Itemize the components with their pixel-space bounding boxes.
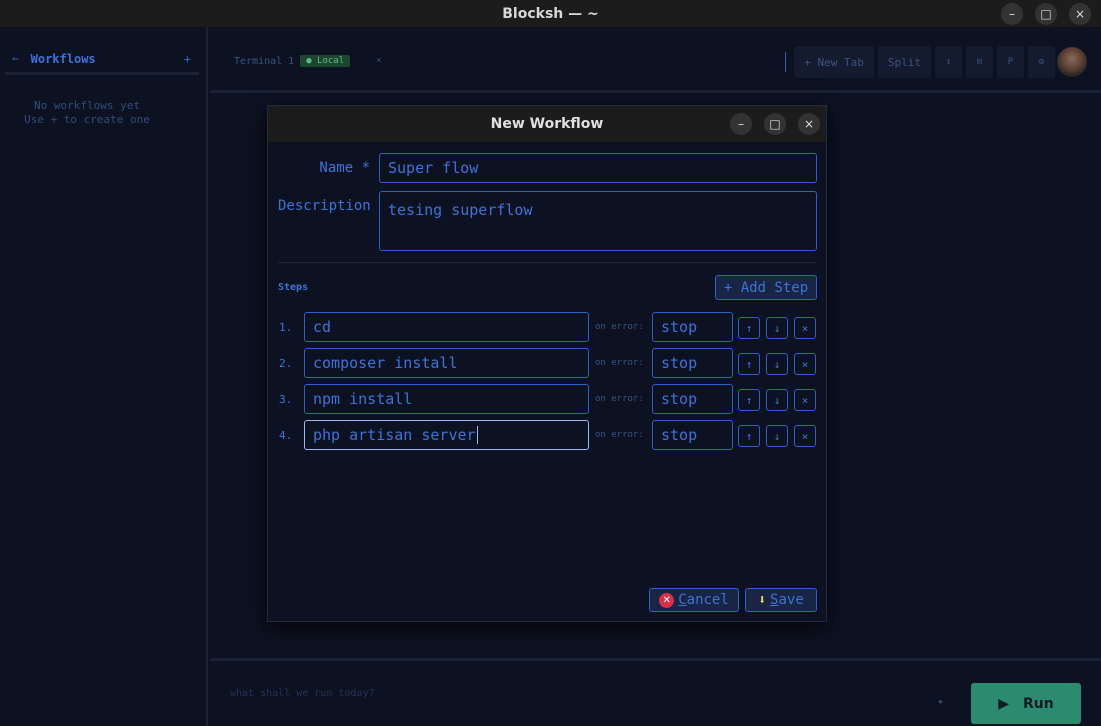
cancel-button[interactable]: ✕ Cancel [649,588,739,612]
resize-icon[interactable]: ↕ [935,46,962,78]
move-down-icon[interactable]: ↓ [766,425,788,447]
dialog-close-button[interactable]: × [798,113,820,135]
on-error-label: on error: [595,394,644,404]
sidebar-empty-state: No workflows yet Use + to create one [0,99,174,127]
settings-icon[interactable]: ⚙ [1028,46,1055,78]
sidebar-header: ← Workflows + [5,45,199,75]
window-titlebar: Blocksh — ~ – □ × [0,0,1101,27]
remove-step-icon[interactable]: × [794,425,816,447]
tab-close-icon[interactable]: × [376,56,381,66]
command-input[interactable]: what shall we run today? [230,688,375,699]
name-input[interactable]: Super flow [379,153,817,183]
sidebar-title: Workflows [30,51,96,66]
description-textarea[interactable]: tesing superflow [379,191,817,251]
back-arrow-icon[interactable]: ← [12,52,19,65]
remove-step-icon[interactable]: × [794,353,816,375]
cancel-icon: ✕ [659,592,675,608]
command-bar: what shall we run today? ✦ ▶ Run [210,658,1101,726]
toolbar: + New Tab Split ↕ ⊟ P ⚙ [785,46,1055,78]
window-minimize-button[interactable]: – [1001,3,1023,25]
window-title: Blocksh — ~ [502,5,599,22]
new-workflow-dialog: New Workflow – □ × Name * Super flow Des… [267,105,827,622]
name-label: Name * [319,160,370,176]
on-error-label: on error: [595,358,644,368]
save-icon: ⬇ [758,592,767,608]
on-error-label: on error: [595,322,644,332]
dialog-controls: – □ × [730,113,820,135]
tab-terminal-1[interactable]: Terminal 1 ● Local × [234,55,382,67]
move-up-icon[interactable]: ↑ [738,317,760,339]
on-error-select[interactable]: stop [652,384,733,414]
section-divider [278,262,816,263]
tab-strip: Terminal 1 ● Local × + New Tab Split ↕ ⊟… [210,27,1101,93]
split-button[interactable]: Split [877,46,931,78]
text-caret [476,426,478,444]
add-step-button[interactable]: + Add Step [715,275,817,300]
step-number: 3. [279,393,293,406]
remove-step-icon[interactable]: × [794,317,816,339]
empty-line-2: Use + to create one [24,113,150,126]
dialog-minimize-button[interactable]: – [730,113,752,135]
empty-line-1: No workflows yet [34,99,140,112]
step-number: 1. [279,321,293,334]
window-controls: – □ × [1001,3,1091,25]
layout-icon[interactable]: ⊟ [966,46,993,78]
move-up-icon[interactable]: ↑ [738,353,760,375]
toolbar-divider [785,52,787,72]
move-down-icon[interactable]: ↓ [766,317,788,339]
sparkle-icon[interactable]: ✦ [937,694,944,708]
add-workflow-button[interactable]: + [184,52,191,66]
save-button[interactable]: ⬇ Save [745,588,817,612]
cancel-label: Cancel [678,592,729,608]
run-label: Run [1023,695,1054,712]
dialog-maximize-button[interactable]: □ [764,113,786,135]
remove-step-icon[interactable]: × [794,389,816,411]
step-command-input[interactable]: php artisan server [304,420,589,450]
profile-icon[interactable]: P [997,46,1024,78]
step-number: 2. [279,357,293,370]
on-error-select[interactable]: stop [652,348,733,378]
move-up-icon[interactable]: ↑ [738,389,760,411]
window-maximize-button[interactable]: □ [1035,3,1057,25]
avatar[interactable] [1057,47,1087,77]
on-error-select[interactable]: stop [652,420,733,450]
step-command-input[interactable]: npm install [304,384,589,414]
move-down-icon[interactable]: ↓ [766,353,788,375]
dialog-title: New Workflow [490,116,604,132]
move-down-icon[interactable]: ↓ [766,389,788,411]
step-command-input[interactable]: cd [304,312,589,342]
run-button[interactable]: ▶ Run [971,683,1081,724]
step-command-input[interactable]: composer install [304,348,589,378]
window-close-button[interactable]: × [1069,3,1091,25]
move-up-icon[interactable]: ↑ [738,425,760,447]
local-badge: ● Local [300,55,351,67]
step-number: 4. [279,429,293,442]
step-command-text: php artisan server [313,426,476,444]
play-icon: ▶ [998,695,1010,712]
new-tab-button[interactable]: + New Tab [794,46,874,78]
tab-label: Terminal 1 [234,55,295,67]
on-error-select[interactable]: stop [652,312,733,342]
save-label: Save [770,592,804,608]
description-label: Description [278,198,371,214]
steps-label: Steps [278,282,309,293]
dialog-titlebar: New Workflow – □ × [268,106,826,142]
on-error-label: on error: [595,430,644,440]
workflows-sidebar: ← Workflows + No workflows yet Use + to … [0,27,208,726]
